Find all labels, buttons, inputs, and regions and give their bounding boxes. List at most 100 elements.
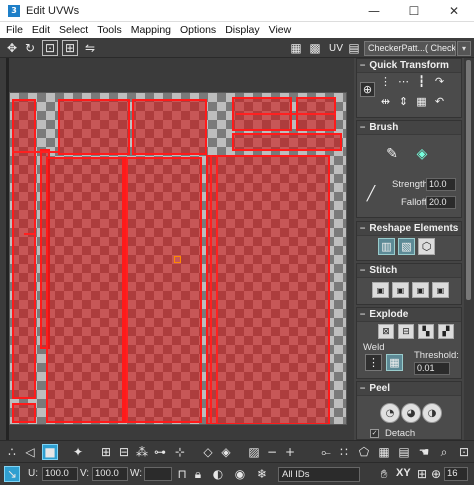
select-by-smgroup-icon[interactable]: ▦ <box>376 444 392 460</box>
collapse-icon[interactable]: − <box>360 123 365 133</box>
scale-icon[interactable]: ⊡ <box>42 40 58 56</box>
menu-options[interactable]: Options <box>180 24 216 36</box>
menu-edit[interactable]: Edit <box>32 24 50 36</box>
lock-selection-icon[interactable]: 🔒︎ <box>190 466 206 482</box>
snowflake-icon[interactable]: ❄ <box>254 466 270 482</box>
texture-dropdown[interactable]: CheckerPatt...( Checker ) <box>364 41 456 56</box>
relax-icon[interactable]: ▧ <box>398 238 415 255</box>
hand-pan-icon[interactable]: ✋︎ <box>376 466 392 482</box>
collapse-icon[interactable]: − <box>360 266 365 276</box>
pivot-icon[interactable] <box>174 256 181 263</box>
collapse-icon[interactable]: − <box>360 61 365 71</box>
xy-toggle[interactable]: XY <box>396 467 411 479</box>
uv-shell-top-a[interactable] <box>58 99 130 155</box>
move-icon[interactable]: ✥ <box>4 40 20 56</box>
point-to-point-icon[interactable]: ∷ <box>336 444 352 460</box>
rollout-header-peel[interactable]: − Peel <box>357 382 461 396</box>
stitch-custom-icon[interactable]: ▣ <box>432 282 449 298</box>
rollout-header-quick-transform[interactable]: − Quick Transform <box>357 59 461 73</box>
ring-icon[interactable]: ⁂ <box>134 444 150 460</box>
threshold-input[interactable]: 0.01 <box>414 362 450 375</box>
align-v-icon[interactable]: ┇ <box>414 74 429 89</box>
grow-paint-icon[interactable]: + <box>282 444 298 460</box>
menu-tools[interactable]: Tools <box>97 24 122 36</box>
scrollbar-thumb[interactable] <box>466 60 471 300</box>
flatten-icon[interactable]: ▚ <box>418 324 434 339</box>
stitch-average-icon[interactable]: ▣ <box>392 282 409 298</box>
rotate-ccw-icon[interactable]: ↶ <box>432 94 447 109</box>
break-icon[interactable]: ⊠ <box>378 324 394 339</box>
falloff-input[interactable]: 20.0 <box>426 196 456 209</box>
explode-to-islands-icon[interactable]: ▞ <box>438 324 454 339</box>
zoom-value-input[interactable]: 16 <box>444 467 468 481</box>
menu-display[interactable]: Display <box>225 24 259 36</box>
freeform-icon[interactable]: ⊞ <box>62 40 78 56</box>
uv-shell-large-a[interactable] <box>46 157 124 423</box>
strength-input[interactable]: 10.0 <box>426 178 456 191</box>
relax-brush-icon[interactable]: ◈ <box>412 144 432 164</box>
shrink-paint-icon[interactable]: − <box>264 444 280 460</box>
select-element-icon[interactable]: ✦ <box>70 444 86 460</box>
collapse-icon[interactable]: − <box>360 310 365 320</box>
minimize-button[interactable]: — <box>354 0 394 22</box>
w-input[interactable] <box>144 467 172 481</box>
shrink-selection-icon[interactable]: ⊟ <box>116 444 132 460</box>
show-map-icon[interactable]: ▩ <box>307 40 323 56</box>
rotate-cw-icon[interactable]: ↷ <box>432 74 447 89</box>
peel-mode-icon[interactable]: ◕ <box>401 403 421 423</box>
chevron-down-icon[interactable]: ▾ <box>457 41 471 56</box>
stitch-source-icon[interactable]: ▣ <box>372 282 389 298</box>
uv-shell-large-c[interactable] <box>206 155 330 424</box>
space-v-icon[interactable]: ⇕ <box>396 94 411 109</box>
collapse-icon[interactable]: − <box>360 384 365 394</box>
v-input[interactable]: 100.0 <box>92 467 128 481</box>
rollout-header-brush[interactable]: − Brush <box>357 121 461 135</box>
pan-icon[interactable]: ☚ <box>416 444 432 460</box>
cube-icon[interactable]: ⬡ <box>418 238 435 255</box>
collapse-icon[interactable]: − <box>360 224 365 234</box>
close-button[interactable]: ✕ <box>434 0 474 22</box>
zoom-extents-icon[interactable]: ⊕ <box>428 466 444 482</box>
lock-icon[interactable]: ⊓ <box>174 466 190 482</box>
loop-icon[interactable]: ⊶ <box>152 444 168 460</box>
line-tool-icon[interactable]: ╱ <box>362 185 380 203</box>
straighten-icon[interactable]: ▥ <box>378 238 395 255</box>
menu-view[interactable]: View <box>269 24 292 36</box>
filter-icon[interactable]: ◉ <box>232 466 248 482</box>
grow-selection-icon[interactable]: ⊞ <box>98 444 114 460</box>
peel-reset-icon[interactable]: ◑ <box>422 403 442 423</box>
detach-checkbox[interactable]: ✓ <box>370 429 379 438</box>
quick-peel-icon[interactable]: ◔ <box>380 403 400 423</box>
select-edge-icon[interactable]: ◁ <box>22 444 38 460</box>
uv-shell-strip-h[interactable] <box>232 133 342 151</box>
weld-all-icon[interactable]: ▦ <box>386 354 403 371</box>
grow-edge-icon[interactable]: ◈ <box>218 444 234 460</box>
hide-icon[interactable]: ◐ <box>210 466 226 482</box>
checker-display-icon[interactable]: ▦ <box>288 40 304 56</box>
soft-select-icon[interactable]: ⊹ <box>172 444 188 460</box>
select-by-edge-icon[interactable]: ◇ <box>200 444 216 460</box>
rollout-header-stitch[interactable]: − Stitch <box>357 264 461 278</box>
uv-shell-top-b[interactable] <box>132 99 207 155</box>
select-vertex-icon[interactable]: ∴ <box>4 444 20 460</box>
zoom-region-icon[interactable]: ⊡ <box>456 444 472 460</box>
uv-shell-large-b[interactable] <box>124 157 202 423</box>
detach-edge-icon[interactable]: ⊟ <box>398 324 414 339</box>
selection-mode-icon[interactable]: ▤ <box>396 444 412 460</box>
absolute-mode-icon[interactable]: ↘ <box>4 466 20 482</box>
u-input[interactable]: 100.0 <box>42 467 78 481</box>
zoom-icon[interactable]: ⌕ <box>436 444 452 460</box>
uv-shell-left-strip[interactable] <box>12 99 36 399</box>
weld-selected-icon[interactable]: ⋮ <box>365 354 382 371</box>
menu-select[interactable]: Select <box>59 24 88 36</box>
align-h-icon[interactable]: ⋯ <box>396 74 411 89</box>
grid-icon[interactable]: ▤ <box>346 40 362 56</box>
align-icon[interactable]: ⋮ <box>378 74 393 89</box>
maximize-button[interactable]: ☐ <box>394 0 434 22</box>
edge-loop-icon[interactable]: ⟜ <box>318 444 334 460</box>
stitch-target-icon[interactable]: ▣ <box>412 282 429 298</box>
uv-shell-bottom-left[interactable] <box>12 403 36 423</box>
rollout-header-explode[interactable]: − Explode <box>357 308 461 322</box>
paint-select-icon[interactable]: ▨ <box>246 444 262 460</box>
rollout-header-reshape[interactable]: − Reshape Elements <box>357 222 461 236</box>
